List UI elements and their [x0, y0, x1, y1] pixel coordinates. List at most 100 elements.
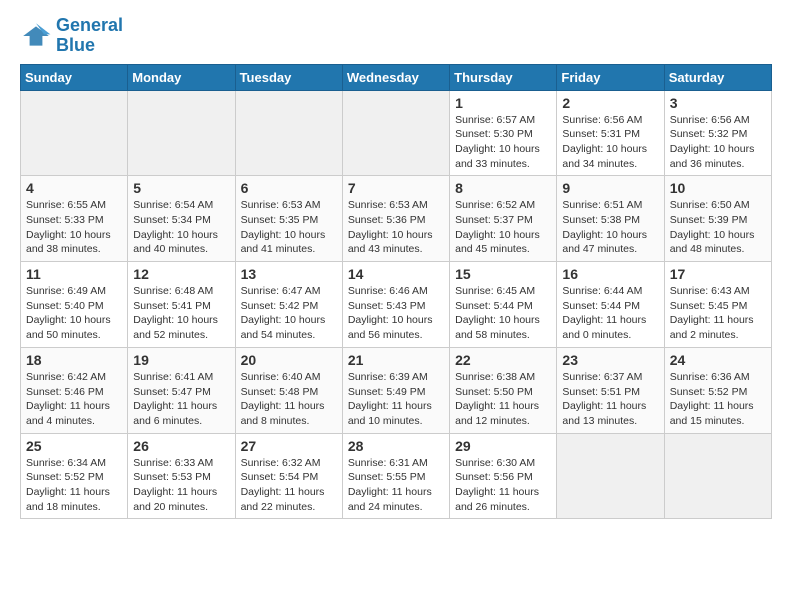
day-number: 1	[455, 95, 551, 111]
day-number: 10	[670, 180, 766, 196]
logo-icon	[20, 20, 52, 52]
day-number: 26	[133, 438, 229, 454]
calendar-cell: 3 Sunrise: 6:56 AMSunset: 5:32 PMDaylight…	[664, 90, 771, 176]
calendar-week-5: 25 Sunrise: 6:34 AMSunset: 5:52 PMDayligh…	[21, 433, 772, 519]
day-number: 25	[26, 438, 122, 454]
day-info: Sunrise: 6:32 AMSunset: 5:54 PMDaylight:…	[241, 456, 337, 515]
calendar-cell	[235, 90, 342, 176]
day-number: 16	[562, 266, 658, 282]
calendar-cell: 15 Sunrise: 6:45 AMSunset: 5:44 PMDayligh…	[450, 262, 557, 348]
day-number: 27	[241, 438, 337, 454]
calendar-cell: 27 Sunrise: 6:32 AMSunset: 5:54 PMDayligh…	[235, 433, 342, 519]
day-info: Sunrise: 6:39 AMSunset: 5:49 PMDaylight:…	[348, 370, 444, 429]
calendar-cell	[342, 90, 449, 176]
header-thursday: Thursday	[450, 64, 557, 90]
header-tuesday: Tuesday	[235, 64, 342, 90]
day-info: Sunrise: 6:43 AMSunset: 5:45 PMDaylight:…	[670, 284, 766, 343]
day-number: 18	[26, 352, 122, 368]
calendar-cell: 7 Sunrise: 6:53 AMSunset: 5:36 PMDaylight…	[342, 176, 449, 262]
day-info: Sunrise: 6:49 AMSunset: 5:40 PMDaylight:…	[26, 284, 122, 343]
day-number: 9	[562, 180, 658, 196]
day-info: Sunrise: 6:40 AMSunset: 5:48 PMDaylight:…	[241, 370, 337, 429]
calendar-cell: 9 Sunrise: 6:51 AMSunset: 5:38 PMDaylight…	[557, 176, 664, 262]
day-info: Sunrise: 6:42 AMSunset: 5:46 PMDaylight:…	[26, 370, 122, 429]
day-number: 2	[562, 95, 658, 111]
calendar-table: SundayMondayTuesdayWednesdayThursdayFrid…	[20, 64, 772, 520]
header-monday: Monday	[128, 64, 235, 90]
calendar-cell	[557, 433, 664, 519]
day-number: 7	[348, 180, 444, 196]
logo-text: General Blue	[56, 16, 123, 56]
day-info: Sunrise: 6:52 AMSunset: 5:37 PMDaylight:…	[455, 198, 551, 257]
calendar-cell	[128, 90, 235, 176]
page-header: General Blue	[20, 16, 772, 56]
day-info: Sunrise: 6:31 AMSunset: 5:55 PMDaylight:…	[348, 456, 444, 515]
calendar-cell: 21 Sunrise: 6:39 AMSunset: 5:49 PMDayligh…	[342, 347, 449, 433]
day-info: Sunrise: 6:47 AMSunset: 5:42 PMDaylight:…	[241, 284, 337, 343]
calendar-cell: 17 Sunrise: 6:43 AMSunset: 5:45 PMDayligh…	[664, 262, 771, 348]
calendar-cell: 13 Sunrise: 6:47 AMSunset: 5:42 PMDayligh…	[235, 262, 342, 348]
header-friday: Friday	[557, 64, 664, 90]
day-info: Sunrise: 6:45 AMSunset: 5:44 PMDaylight:…	[455, 284, 551, 343]
day-number: 5	[133, 180, 229, 196]
day-number: 24	[670, 352, 766, 368]
day-info: Sunrise: 6:46 AMSunset: 5:43 PMDaylight:…	[348, 284, 444, 343]
day-info: Sunrise: 6:57 AMSunset: 5:30 PMDaylight:…	[455, 113, 551, 172]
day-info: Sunrise: 6:34 AMSunset: 5:52 PMDaylight:…	[26, 456, 122, 515]
day-info: Sunrise: 6:54 AMSunset: 5:34 PMDaylight:…	[133, 198, 229, 257]
header-wednesday: Wednesday	[342, 64, 449, 90]
day-info: Sunrise: 6:37 AMSunset: 5:51 PMDaylight:…	[562, 370, 658, 429]
logo: General Blue	[20, 16, 123, 56]
calendar-cell: 12 Sunrise: 6:48 AMSunset: 5:41 PMDayligh…	[128, 262, 235, 348]
day-number: 17	[670, 266, 766, 282]
calendar-cell: 1 Sunrise: 6:57 AMSunset: 5:30 PMDaylight…	[450, 90, 557, 176]
calendar-cell: 11Sunrise: 6:49 AMSunset: 5:40 PMDayligh…	[21, 262, 128, 348]
calendar-cell	[664, 433, 771, 519]
calendar-cell: 14 Sunrise: 6:46 AMSunset: 5:43 PMDayligh…	[342, 262, 449, 348]
day-number: 8	[455, 180, 551, 196]
day-info: Sunrise: 6:30 AMSunset: 5:56 PMDaylight:…	[455, 456, 551, 515]
day-info: Sunrise: 6:56 AMSunset: 5:31 PMDaylight:…	[562, 113, 658, 172]
day-number: 13	[241, 266, 337, 282]
calendar-cell: 18 Sunrise: 6:42 AMSunset: 5:46 PMDayligh…	[21, 347, 128, 433]
day-info: Sunrise: 6:53 AMSunset: 5:36 PMDaylight:…	[348, 198, 444, 257]
day-info: Sunrise: 6:50 AMSunset: 5:39 PMDaylight:…	[670, 198, 766, 257]
day-number: 3	[670, 95, 766, 111]
day-info: Sunrise: 6:41 AMSunset: 5:47 PMDaylight:…	[133, 370, 229, 429]
day-info: Sunrise: 6:56 AMSunset: 5:32 PMDaylight:…	[670, 113, 766, 172]
day-info: Sunrise: 6:38 AMSunset: 5:50 PMDaylight:…	[455, 370, 551, 429]
day-info: Sunrise: 6:44 AMSunset: 5:44 PMDaylight:…	[562, 284, 658, 343]
day-number: 6	[241, 180, 337, 196]
day-info: Sunrise: 6:33 AMSunset: 5:53 PMDaylight:…	[133, 456, 229, 515]
calendar-cell: 16 Sunrise: 6:44 AMSunset: 5:44 PMDayligh…	[557, 262, 664, 348]
calendar-cell	[21, 90, 128, 176]
day-info: Sunrise: 6:36 AMSunset: 5:52 PMDaylight:…	[670, 370, 766, 429]
day-number: 21	[348, 352, 444, 368]
calendar-cell: 25 Sunrise: 6:34 AMSunset: 5:52 PMDayligh…	[21, 433, 128, 519]
calendar-cell: 5 Sunrise: 6:54 AMSunset: 5:34 PMDaylight…	[128, 176, 235, 262]
day-number: 15	[455, 266, 551, 282]
day-number: 23	[562, 352, 658, 368]
day-number: 4	[26, 180, 122, 196]
day-info: Sunrise: 6:53 AMSunset: 5:35 PMDaylight:…	[241, 198, 337, 257]
day-number: 28	[348, 438, 444, 454]
calendar-cell: 8 Sunrise: 6:52 AMSunset: 5:37 PMDaylight…	[450, 176, 557, 262]
day-info: Sunrise: 6:48 AMSunset: 5:41 PMDaylight:…	[133, 284, 229, 343]
calendar-cell: 4 Sunrise: 6:55 AMSunset: 5:33 PMDaylight…	[21, 176, 128, 262]
calendar-cell: 20Sunrise: 6:40 AMSunset: 5:48 PMDayligh…	[235, 347, 342, 433]
day-number: 19	[133, 352, 229, 368]
day-number: 22	[455, 352, 551, 368]
day-number: 14	[348, 266, 444, 282]
calendar-cell: 2 Sunrise: 6:56 AMSunset: 5:31 PMDaylight…	[557, 90, 664, 176]
calendar-cell: 22 Sunrise: 6:38 AMSunset: 5:50 PMDayligh…	[450, 347, 557, 433]
day-number: 12	[133, 266, 229, 282]
calendar-week-4: 18 Sunrise: 6:42 AMSunset: 5:46 PMDayligh…	[21, 347, 772, 433]
calendar-week-1: 1 Sunrise: 6:57 AMSunset: 5:30 PMDaylight…	[21, 90, 772, 176]
day-info: Sunrise: 6:55 AMSunset: 5:33 PMDaylight:…	[26, 198, 122, 257]
calendar-cell: 23 Sunrise: 6:37 AMSunset: 5:51 PMDayligh…	[557, 347, 664, 433]
calendar-week-2: 4 Sunrise: 6:55 AMSunset: 5:33 PMDaylight…	[21, 176, 772, 262]
calendar-cell: 10 Sunrise: 6:50 AMSunset: 5:39 PMDayligh…	[664, 176, 771, 262]
calendar-cell: 28 Sunrise: 6:31 AMSunset: 5:55 PMDayligh…	[342, 433, 449, 519]
day-info: Sunrise: 6:51 AMSunset: 5:38 PMDaylight:…	[562, 198, 658, 257]
calendar-cell: 19 Sunrise: 6:41 AMSunset: 5:47 PMDayligh…	[128, 347, 235, 433]
